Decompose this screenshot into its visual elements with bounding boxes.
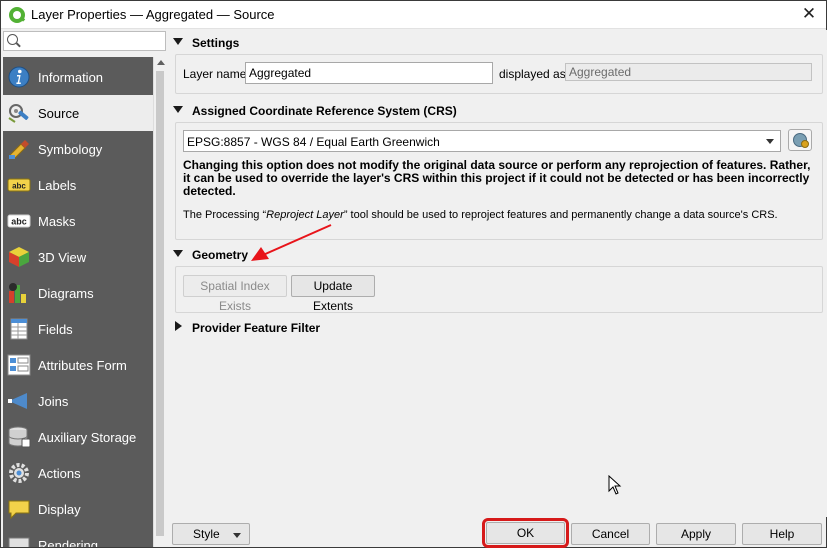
search-box[interactable] xyxy=(3,31,166,51)
layer-name-label: Layer name xyxy=(183,67,247,81)
settings-group: Layer name displayed as xyxy=(175,54,823,94)
scroll-up-icon[interactable] xyxy=(157,60,165,65)
chevron-down-icon xyxy=(766,139,774,144)
sidebar-item-label: Symbology xyxy=(38,142,103,157)
sidebar-item-label: Labels xyxy=(38,178,77,193)
search-icon xyxy=(7,34,18,45)
3d-view-icon xyxy=(9,247,29,267)
sidebar-item-label: Rendering xyxy=(38,538,98,547)
source-icon xyxy=(8,104,29,123)
sidebar-item-rendering[interactable]: Rendering xyxy=(3,527,153,547)
actions-icon xyxy=(9,463,29,483)
chevron-down-icon xyxy=(233,533,241,538)
sidebar: Information Source Symbology abc Labels … xyxy=(3,57,153,547)
select-crs-button[interactable] xyxy=(788,129,812,151)
style-dropdown-button[interactable]: Style xyxy=(172,523,250,545)
crs-selected-value: EPSG:8857 - WGS 84 / Equal Earth Greenwi… xyxy=(187,135,440,149)
window-title: Layer Properties — Aggregated — Source xyxy=(31,7,275,22)
sidebar-item-labels[interactable]: abc Labels xyxy=(3,167,153,203)
masks-icon: abc xyxy=(7,214,31,228)
title-bar: Layer Properties — Aggregated — Source ✕ xyxy=(1,1,826,29)
sidebar-item-information[interactable]: Information xyxy=(3,59,153,95)
sidebar-item-label: Auxiliary Storage xyxy=(38,430,137,445)
expand-icon xyxy=(175,321,182,331)
display-icon xyxy=(8,500,30,520)
sidebar-item-label: Attributes Form xyxy=(38,358,127,373)
qgis-icon xyxy=(9,7,26,23)
sidebar-item-masks[interactable]: abc Masks xyxy=(3,203,153,239)
fields-icon xyxy=(10,318,28,340)
rendering-icon xyxy=(8,537,30,547)
gear-icon xyxy=(801,140,809,148)
annotation-arrow-icon xyxy=(251,224,332,261)
layer-properties-window: Layer Properties — Aggregated — Source ✕… xyxy=(0,0,827,548)
mouse-cursor-icon xyxy=(608,475,622,495)
sidebar-item-symbology[interactable]: Symbology xyxy=(3,131,153,167)
sidebar-item-label: Diagrams xyxy=(38,286,94,301)
symbology-icon xyxy=(9,140,29,160)
sidebar-scrollbar[interactable] xyxy=(153,57,166,547)
crs-warning-line: detected. xyxy=(183,184,236,198)
style-button-label: Style xyxy=(193,527,220,541)
spatial-index-exists-button: Spatial Index Exists xyxy=(183,275,287,313)
settings-title: Settings xyxy=(192,36,240,50)
apply-button[interactable]: Apply xyxy=(656,523,736,545)
auxiliary-storage-icon xyxy=(8,426,31,448)
sidebar-item-label: 3D View xyxy=(38,250,87,265)
geometry-group: Spatial Index Exists Update Extents xyxy=(175,266,823,313)
information-icon xyxy=(8,66,30,88)
source-panel: Settings Layer name displayed as Assigne… xyxy=(167,30,827,517)
sidebar-item-label: Joins xyxy=(38,394,69,409)
layer-name-input[interactable] xyxy=(245,62,493,84)
collapse-icon xyxy=(173,38,183,45)
diagrams-icon xyxy=(9,283,26,303)
attributes-form-icon xyxy=(7,354,31,376)
sidebar-item-diagrams[interactable]: Diagrams xyxy=(3,275,153,311)
sidebar-item-auxiliary-storage[interactable]: Auxiliary Storage xyxy=(3,419,153,455)
geometry-title: Geometry xyxy=(192,248,249,262)
labels-icon: abc xyxy=(7,178,31,192)
sidebar-item-label: Information xyxy=(38,70,104,85)
displayed-as-field xyxy=(565,63,812,81)
scrollbar-thumb[interactable] xyxy=(156,71,164,536)
crs-title: Assigned Coordinate Reference System (CR… xyxy=(192,104,457,118)
sidebar-item-actions[interactable]: Actions xyxy=(3,455,153,491)
help-button[interactable]: Help xyxy=(742,523,822,545)
ok-button[interactable]: OK xyxy=(482,518,569,548)
svg-text:abc: abc xyxy=(12,182,26,191)
collapse-icon xyxy=(173,250,183,257)
sidebar-item-attributes-form[interactable]: Attributes Form xyxy=(3,347,153,383)
sidebar-item-fields[interactable]: Fields xyxy=(3,311,153,347)
sidebar-item-label: Fields xyxy=(38,322,73,337)
sidebar-item-joins[interactable]: Joins xyxy=(3,383,153,419)
sidebar-item-label: Source xyxy=(38,106,80,121)
svg-text:abc: abc xyxy=(11,217,27,227)
displayed-as-label: displayed as xyxy=(499,67,566,81)
sidebar-item-label: Display xyxy=(38,502,81,517)
crs-warning-line: it can be used to override the layer's C… xyxy=(183,171,810,185)
provider-filter-title: Provider Feature Filter xyxy=(192,321,321,335)
sidebar-item-source[interactable]: Source xyxy=(3,95,153,131)
sidebar-item-display[interactable]: Display xyxy=(3,491,153,527)
collapse-icon xyxy=(173,106,183,113)
cancel-button[interactable]: Cancel xyxy=(571,523,650,545)
sidebar-item-label: Actions xyxy=(38,466,81,481)
close-icon[interactable]: ✕ xyxy=(792,1,826,28)
crs-selector[interactable]: EPSG:8857 - WGS 84 / Equal Earth Greenwi… xyxy=(183,130,781,152)
joins-icon xyxy=(8,393,27,409)
sidebar-item-3d-view[interactable]: 3D View xyxy=(3,239,153,275)
note-text: ” tool should be used to reproject featu… xyxy=(343,209,778,221)
crs-warning: Changing this option does not modify the… xyxy=(183,159,823,198)
update-extents-button[interactable]: Update Extents xyxy=(291,275,375,313)
search-input[interactable] xyxy=(22,33,162,49)
sidebar-item-label: Masks xyxy=(38,214,76,229)
